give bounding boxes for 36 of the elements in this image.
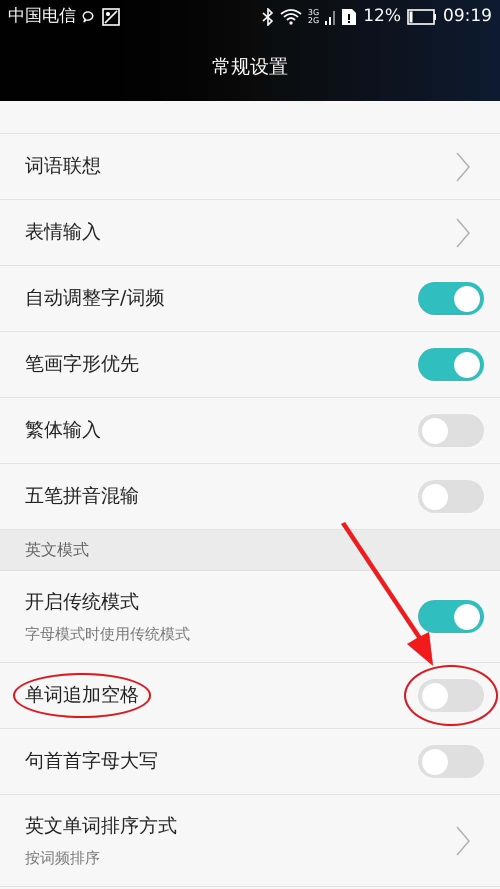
toggle-switch[interactable] [418,282,484,315]
image-icon [102,8,120,26]
setting-subtitle: 字母模式时使用传统模式 [25,624,190,644]
chat-bubble-icon [82,10,96,24]
section-header: 英文模式 [0,530,500,571]
battery-icon [407,9,437,25]
page-title: 常规设置 [212,55,288,80]
toggle-switch[interactable] [418,348,484,381]
setting-subtitle: 按词频排序 [25,848,101,868]
chevron-right-icon [456,218,470,248]
toggle-switch[interactable] [418,679,484,712]
toggle-switch[interactable] [418,414,484,447]
chevron-right-icon [456,826,470,856]
carrier-name: 中国电信 [8,5,76,28]
setting-label: 笔画字形优先 [25,352,139,378]
setting-label: 句首首字母大写 [25,749,158,774]
toggle-switch[interactable] [418,600,484,633]
toggle-switch[interactable] [418,745,484,778]
wifi-icon [280,9,302,25]
bluetooth-icon [262,8,274,26]
sim-card-icon [341,8,358,26]
chevron-right-icon [456,152,470,182]
setting-label: 自动调整字/词频 [25,286,164,312]
setting-label: 单词追加空格 [13,673,151,718]
network-type-label: 3G [308,9,320,17]
signal-bars-icon [325,8,336,26]
network-type-label: 2G [308,17,320,25]
setting-label: 繁体输入 [25,418,101,444]
setting-label: 五笔拼音混输 [25,484,139,510]
battery-percent: 12% [363,5,401,28]
clock-time: 09:19 [443,5,492,28]
setting-label: 表情输入 [25,220,101,246]
setting-label: 开启传统模式 [25,590,140,615]
setting-label: 词语联想 [25,154,101,180]
toggle-switch[interactable] [418,480,484,513]
setting-label: 英文单词排序方式 [25,814,177,839]
